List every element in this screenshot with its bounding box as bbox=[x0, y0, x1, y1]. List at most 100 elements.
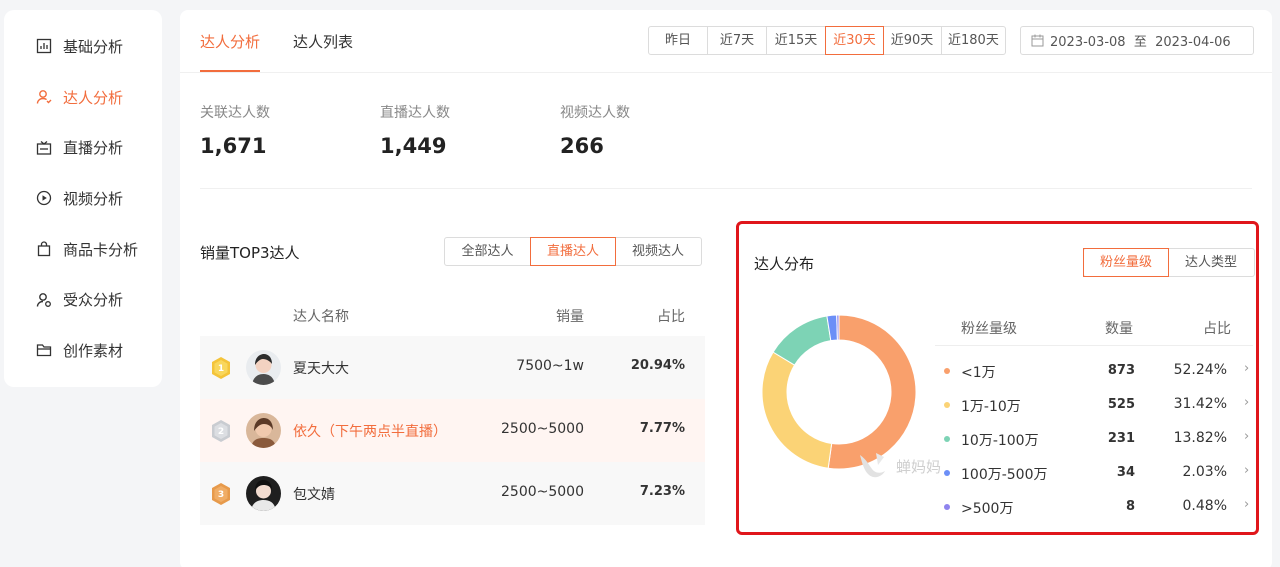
level-share: 52.24% bbox=[1173, 362, 1227, 378]
sidebar-item-material[interactable]: 创作素材 bbox=[4, 325, 162, 376]
distribution-row-100w-500w[interactable]: 100万-500万 34 2.03% › bbox=[935, 455, 1253, 489]
level-count: 231 bbox=[1107, 431, 1135, 446]
level-label: 100万-500万 bbox=[961, 467, 1048, 483]
sidebar-item-creator[interactable]: 达人分析 bbox=[4, 72, 162, 123]
legend-dot bbox=[944, 504, 950, 510]
tab-creator-analysis[interactable]: 达人分析 bbox=[200, 10, 261, 72]
header-sales: 销量 bbox=[556, 309, 584, 325]
filter-all-button[interactable]: 全部达人 bbox=[445, 238, 531, 265]
level-label: 10万-100万 bbox=[961, 433, 1039, 449]
watermark-logo-icon bbox=[860, 453, 885, 478]
chevron-right-icon[interactable]: › bbox=[1244, 463, 1249, 478]
creator-type-button[interactable]: 达人类型 bbox=[1168, 249, 1254, 276]
main-panel: 达人分析 达人列表 昨日 近7天 近15天 近30天 近90天 近180天 20… bbox=[180, 10, 1272, 567]
creator-share: 7.77% bbox=[639, 421, 685, 436]
folder-icon bbox=[36, 342, 52, 358]
avatar bbox=[246, 413, 281, 448]
distribution-row-1w-10w[interactable]: 1万-10万 525 31.42% › bbox=[935, 387, 1253, 421]
creator-name[interactable]: 包文婧 bbox=[293, 484, 335, 504]
sidebar-item-label: 视频分析 bbox=[63, 189, 124, 208]
range-yesterday-button[interactable]: 昨日 bbox=[649, 27, 708, 54]
date-range-selector: 昨日 近7天 近15天 近30天 近90天 近180天 bbox=[648, 26, 1006, 55]
page-tabs: 达人分析 达人列表 bbox=[200, 10, 386, 72]
donut-slice-4[interactable] bbox=[836, 314, 840, 341]
sidebar: 基础分析 达人分析 直播分析 视频分析 商品卡分析 受众分析 创作素材 bbox=[4, 10, 162, 387]
calendar-icon bbox=[1031, 34, 1044, 47]
stat-live-creators: 直播达人数 1,449 bbox=[380, 102, 560, 158]
donut-slice-1[interactable] bbox=[761, 351, 833, 469]
sidebar-item-basic[interactable]: 基础分析 bbox=[4, 21, 162, 72]
fans-donut-chart bbox=[761, 314, 917, 470]
avatar bbox=[246, 350, 281, 385]
top3-title: 销量TOP3达人 bbox=[200, 244, 300, 262]
sidebar-item-video[interactable]: 视频分析 bbox=[4, 173, 162, 224]
level-share: 2.03% bbox=[1182, 464, 1227, 480]
rank-number: 1 bbox=[218, 364, 224, 374]
sidebar-item-product[interactable]: 商品卡分析 bbox=[4, 224, 162, 275]
donut-slice-0[interactable] bbox=[827, 314, 917, 470]
sidebar-item-label: 创作素材 bbox=[63, 341, 124, 360]
chevron-right-icon[interactable]: › bbox=[1244, 395, 1249, 410]
creator-name[interactable]: 依久（下午两点半直播） bbox=[293, 421, 447, 441]
rank-number: 2 bbox=[218, 427, 224, 437]
range-15d-button[interactable]: 近15天 bbox=[767, 27, 826, 54]
range-30d-button[interactable]: 近30天 bbox=[825, 26, 884, 55]
stat-value: 1,449 bbox=[380, 134, 447, 158]
rank-number: 3 bbox=[218, 490, 224, 500]
creator-sales: 2500~5000 bbox=[501, 421, 584, 437]
fans-level-button[interactable]: 粉丝量级 bbox=[1083, 248, 1169, 277]
legend-dot bbox=[944, 470, 950, 476]
distribution-toggle: 粉丝量级 达人类型 bbox=[1083, 248, 1255, 277]
chevron-right-icon[interactable]: › bbox=[1244, 429, 1249, 444]
stats-divider bbox=[200, 188, 1252, 189]
level-count: 525 bbox=[1107, 397, 1135, 412]
level-label: 1万-10万 bbox=[961, 399, 1021, 415]
gold-medal-icon: 1 bbox=[212, 357, 230, 379]
level-share: 0.48% bbox=[1182, 498, 1227, 514]
sidebar-item-audience[interactable]: 受众分析 bbox=[4, 274, 162, 325]
legend-dot bbox=[944, 436, 950, 442]
distribution-title: 达人分布 bbox=[754, 255, 815, 273]
date-range-text: 2023-03-08 至 2023-04-06 bbox=[1050, 35, 1231, 50]
date-picker[interactable]: 2023-03-08 至 2023-04-06 bbox=[1020, 26, 1254, 55]
range-90d-button[interactable]: 近90天 bbox=[883, 27, 942, 54]
distribution-row-10w-100w[interactable]: 10万-100万 231 13.82% › bbox=[935, 421, 1253, 455]
bar-chart-icon bbox=[36, 38, 52, 54]
silver-medal-icon: 2 bbox=[212, 420, 230, 442]
header-share: 占比 bbox=[1203, 321, 1231, 337]
range-7d-button[interactable]: 近7天 bbox=[708, 27, 767, 54]
level-count: 8 bbox=[1125, 499, 1135, 514]
live-tv-icon bbox=[36, 140, 52, 156]
chevron-right-icon[interactable]: › bbox=[1244, 361, 1249, 376]
sidebar-item-live[interactable]: 直播分析 bbox=[4, 122, 162, 173]
audience-icon bbox=[36, 292, 52, 308]
distribution-row-gt500w[interactable]: >500万 8 0.48% › bbox=[935, 489, 1253, 523]
filter-video-button[interactable]: 视频达人 bbox=[615, 238, 701, 265]
bronze-medal-icon: 3 bbox=[212, 483, 230, 505]
table-row[interactable]: 3 包文婧 2500~5000 7.23% bbox=[200, 462, 705, 525]
distribution-table-header: 粉丝量级 数量 占比 bbox=[935, 308, 1253, 346]
range-180d-button[interactable]: 近180天 bbox=[942, 27, 1005, 54]
level-count: 873 bbox=[1107, 363, 1135, 378]
level-label: >500万 bbox=[961, 501, 1014, 517]
watermark: 蝉妈妈 bbox=[856, 449, 941, 483]
distribution-row-lt1w[interactable]: <1万 873 52.24% › bbox=[935, 353, 1253, 387]
table-row[interactable]: 2 依久（下午两点半直播） 2500~5000 7.77% bbox=[200, 399, 705, 462]
top3-filter: 全部达人 直播达人 视频达人 bbox=[444, 237, 702, 266]
donut-slice-2[interactable] bbox=[772, 315, 832, 366]
header-name: 达人名称 bbox=[293, 309, 349, 325]
stat-label: 关联达人数 bbox=[200, 105, 270, 121]
filter-live-button[interactable]: 直播达人 bbox=[530, 237, 616, 266]
top3-table-header: 达人名称 销量 占比 bbox=[200, 306, 705, 336]
header-count: 数量 bbox=[1105, 321, 1133, 337]
level-share: 13.82% bbox=[1173, 430, 1227, 446]
distribution-card: 达人分布 粉丝量级 达人类型 蝉妈妈 粉丝量级 数量 占比 <1万 873 52… bbox=[736, 221, 1259, 535]
level-share: 31.42% bbox=[1173, 396, 1227, 412]
sidebar-item-label: 商品卡分析 bbox=[63, 240, 139, 259]
play-circle-icon bbox=[36, 190, 52, 206]
creator-name[interactable]: 夏天大大 bbox=[293, 358, 349, 378]
tab-creator-list[interactable]: 达人列表 bbox=[293, 10, 353, 72]
table-row[interactable]: 1 夏天大大 7500~1w 20.94% bbox=[200, 336, 705, 399]
chevron-right-icon[interactable]: › bbox=[1244, 497, 1249, 512]
level-label: <1万 bbox=[961, 365, 996, 381]
